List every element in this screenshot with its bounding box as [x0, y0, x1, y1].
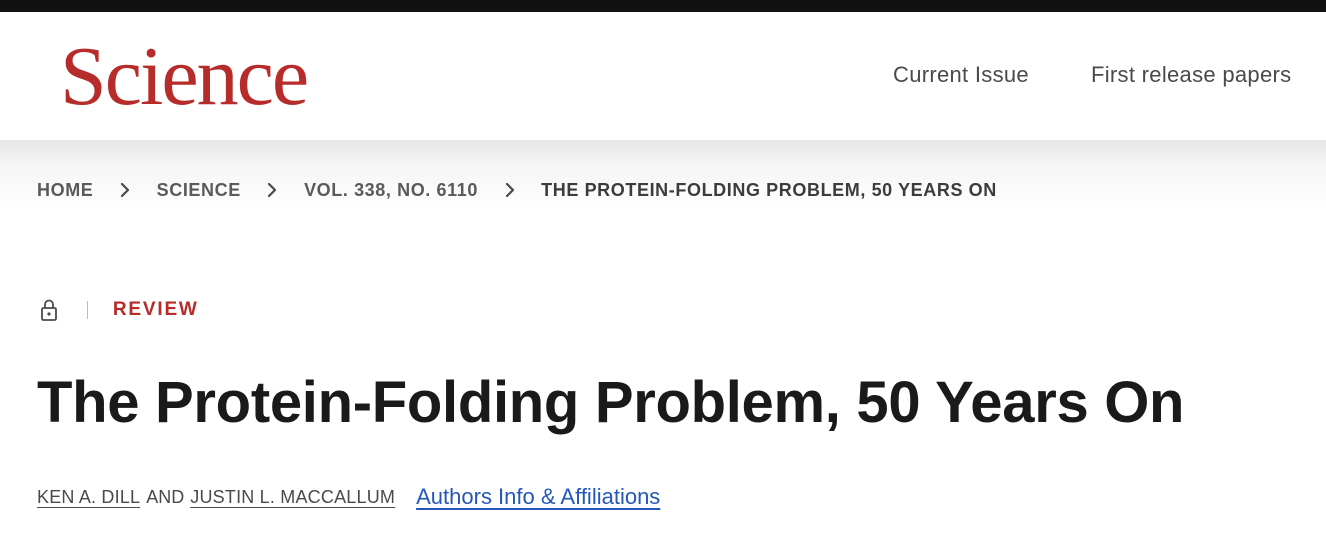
- authors-info-affiliations-link[interactable]: Authors Info & Affiliations: [416, 484, 660, 509]
- meta-divider: [87, 301, 89, 319]
- chevron-right-icon: [505, 183, 514, 198]
- chevron-right-icon: [268, 183, 277, 198]
- breadcrumb: HOME SCIENCE VOL. 338, NO. 6110 THE PROT…: [37, 179, 997, 201]
- science-logo[interactable]: Science: [60, 32, 309, 122]
- chevron-right-icon: [120, 183, 130, 198]
- author-list: KEN A. DILL AND JUSTIN L. MACCALLUM Author…: [37, 483, 660, 509]
- article-type-badge: REVIEW: [112, 299, 199, 320]
- breadcrumb-home[interactable]: HOME: [37, 180, 93, 201]
- article-meta: REVIEW: [37, 296, 199, 324]
- author-link[interactable]: KEN A. DILL: [37, 487, 140, 507]
- author-conjunction: AND: [146, 487, 185, 507]
- nav-current-issue[interactable]: Current Issue: [893, 62, 1029, 88]
- site-header: Science Current Issue First release pape…: [0, 12, 1326, 140]
- article-title: The Protein-Folding Problem, 50 Years On: [37, 370, 1185, 435]
- top-bar: [0, 0, 1326, 12]
- author-link[interactable]: JUSTIN L. MACCALLUM: [190, 487, 395, 507]
- breadcrumb-volume[interactable]: VOL. 338, NO. 6110: [304, 180, 478, 201]
- nav-first-release-papers[interactable]: First release papers: [1091, 62, 1291, 88]
- breadcrumb-science[interactable]: SCIENCE: [157, 180, 241, 201]
- lock-icon: [41, 299, 57, 321]
- breadcrumb-current-article: THE PROTEIN-FOLDING PROBLEM, 50 YEARS ON: [541, 179, 997, 200]
